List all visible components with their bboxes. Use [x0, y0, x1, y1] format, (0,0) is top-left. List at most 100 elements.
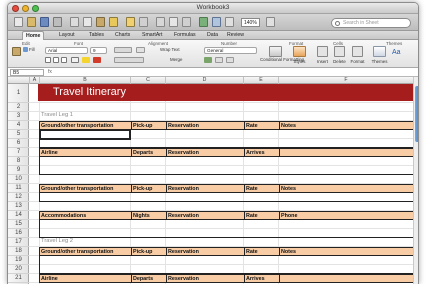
column-header-c[interactable]: C	[130, 77, 165, 84]
row-header-4[interactable]: 4	[8, 121, 29, 130]
media-browser-icon[interactable]	[225, 17, 234, 27]
vertical-scrollbar[interactable]	[413, 77, 418, 284]
fx-icon[interactable]: fx	[48, 69, 52, 75]
styles-icon[interactable]	[293, 46, 306, 57]
row-header-11[interactable]: 11	[8, 184, 29, 193]
italic-icon[interactable]	[53, 57, 59, 63]
tab-layout[interactable]: Layout	[56, 31, 78, 40]
font-size-select[interactable]: 9	[90, 47, 107, 54]
themes-icon[interactable]	[373, 46, 386, 57]
scroll-thumb[interactable]	[415, 86, 418, 142]
merge-button[interactable]: Merge	[170, 57, 182, 62]
column-header-a[interactable]: A	[29, 77, 39, 84]
name-box[interactable]: B5	[10, 69, 44, 76]
row-header-17[interactable]: 17	[8, 238, 29, 247]
align-top-icon[interactable]	[114, 47, 132, 53]
tab-tables[interactable]: Tables	[86, 31, 107, 40]
ground-transport-entry-rows-3	[39, 256, 418, 274]
format-button[interactable]: Format	[349, 59, 366, 64]
borders-icon[interactable]	[71, 57, 79, 63]
row-header-16[interactable]: 16	[8, 229, 29, 238]
gallery-icon[interactable]	[199, 17, 208, 27]
styles-button[interactable]: Styles	[292, 59, 307, 64]
decimal-icon[interactable]	[226, 57, 234, 63]
column-header-e[interactable]: E	[243, 77, 278, 84]
tab-smartart[interactable]: SmartArt	[139, 31, 165, 40]
ground-transport-header-band-3: Ground/other transportation Pick-up Rese…	[39, 247, 418, 256]
row-header-13[interactable]: 13	[8, 202, 29, 211]
percent-icon[interactable]	[215, 57, 223, 63]
tab-data[interactable]: Data	[204, 31, 221, 40]
header-accommodations: Accommodations	[41, 213, 87, 219]
search-icon	[335, 21, 340, 26]
delete-button[interactable]: Delete	[331, 59, 348, 64]
row-header-12[interactable]: 12	[8, 193, 29, 202]
help-icon[interactable]	[266, 17, 275, 27]
row-header-3[interactable]: 3	[8, 112, 29, 121]
row-header-5[interactable]: 5	[8, 130, 29, 139]
search-field[interactable]: Search in Sheet	[331, 18, 411, 28]
header-reservation: Reservation	[168, 150, 199, 156]
font-color-icon[interactable]	[93, 57, 101, 63]
undo-icon[interactable]	[126, 17, 135, 27]
row-header-8[interactable]: 8	[8, 157, 29, 166]
fill-icon[interactable]	[23, 47, 28, 52]
new-workbook-icon[interactable]	[14, 17, 23, 27]
row-header-19[interactable]: 19	[8, 256, 29, 265]
row-header-9[interactable]: 9	[8, 166, 29, 175]
tab-home[interactable]: Home	[22, 31, 45, 40]
theme-fonts-button[interactable]: Aa	[392, 49, 401, 56]
tab-formulas[interactable]: Formulas	[171, 31, 199, 40]
bold-icon[interactable]	[45, 57, 51, 63]
open-folder-icon[interactable]	[27, 17, 36, 27]
delete-cells-icon[interactable]	[334, 46, 345, 57]
print-icon[interactable]	[53, 17, 62, 27]
header-rate: Rate	[246, 186, 258, 192]
row-header-18[interactable]: 18	[8, 247, 29, 256]
cut-icon[interactable]	[70, 17, 79, 27]
conditional-formatting-button[interactable]: Conditional Formatting	[260, 57, 304, 62]
column-header-b[interactable]: B	[39, 77, 130, 84]
toolbox-icon[interactable]	[212, 17, 221, 27]
column-header-d[interactable]: D	[165, 77, 243, 84]
redo-icon[interactable]	[139, 17, 148, 27]
tab-review[interactable]: Review	[224, 31, 247, 40]
paste-icon[interactable]	[12, 47, 21, 56]
autosum-icon[interactable]	[156, 17, 165, 27]
row-header-21[interactable]: 21	[8, 274, 29, 283]
orientation-icon[interactable]	[136, 47, 145, 53]
themes-button[interactable]: Themes	[371, 59, 388, 64]
currency-icon[interactable]	[204, 57, 212, 63]
wrap-text-button[interactable]: Wrap Text	[160, 47, 180, 52]
save-icon[interactable]	[40, 17, 49, 27]
column-header-f[interactable]: F	[278, 77, 413, 84]
conditional-formatting-icon[interactable]	[269, 46, 282, 57]
fill-color-icon[interactable]	[82, 57, 90, 63]
row-header-14[interactable]: 14	[8, 211, 29, 220]
tab-charts[interactable]: Charts	[112, 31, 133, 40]
paste-icon[interactable]	[96, 17, 105, 27]
row-header-7[interactable]: 7	[8, 148, 29, 157]
row-header-20[interactable]: 20	[8, 265, 29, 274]
insert-button[interactable]: Insert	[314, 59, 331, 64]
format-painter-icon[interactable]	[109, 17, 118, 27]
row-header-6[interactable]: 6	[8, 139, 29, 148]
filter-icon[interactable]	[182, 17, 191, 27]
format-cells-icon[interactable]	[352, 46, 363, 57]
font-name-select[interactable]: Arial	[45, 47, 88, 54]
align-left-icon[interactable]	[114, 57, 144, 63]
row-header-10[interactable]: 10	[8, 175, 29, 184]
ground-transport-entry-rows-2	[39, 193, 418, 202]
active-cell-b5[interactable]	[39, 129, 131, 140]
row-header-2[interactable]: 2	[8, 103, 29, 112]
header-departs: Departs	[133, 150, 154, 156]
underline-icon[interactable]	[61, 57, 67, 63]
insert-cells-icon[interactable]	[317, 46, 328, 57]
header-notes: Notes	[281, 186, 296, 192]
sort-icon[interactable]	[169, 17, 178, 27]
row-header-1[interactable]: 1	[8, 84, 29, 103]
copy-icon[interactable]	[83, 17, 92, 27]
row-header-15[interactable]: 15	[8, 220, 29, 229]
zoom-field[interactable]: 140%	[241, 18, 260, 27]
number-format-select[interactable]: General	[204, 47, 257, 54]
